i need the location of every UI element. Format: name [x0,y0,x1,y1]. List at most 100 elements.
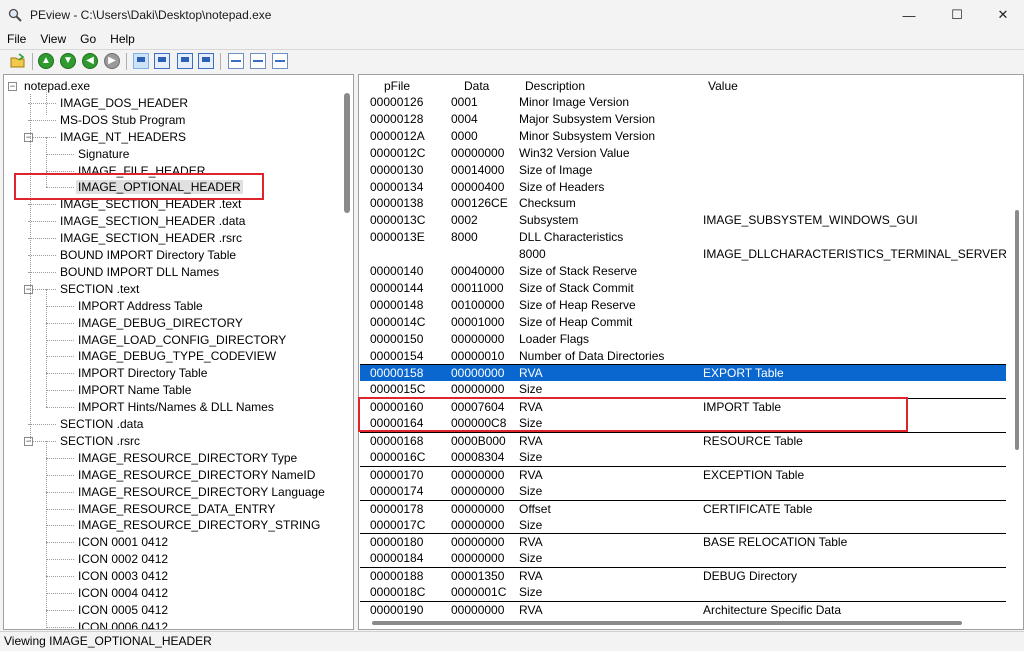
details-vertical-scrollbar[interactable] [1015,210,1019,450]
tree-item[interactable]: IMAGE_RESOURCE_DIRECTORY NameID [78,467,315,484]
table-row[interactable]: 00000150 00000000 Loader Flags [360,331,1006,348]
table-row[interactable]: 00000144 00011000 Size of Stack Commit [360,280,1006,297]
open-icon[interactable] [10,53,26,69]
tree-item[interactable]: BOUND IMPORT DLL Names [60,264,219,281]
tree-item[interactable]: IMAGE_LOAD_CONFIG_DIRECTORY [78,332,286,349]
view-detail-icon[interactable] [177,53,193,69]
view-hex-icon[interactable] [133,53,149,69]
tree-item[interactable]: Signature [78,146,129,163]
tree-item[interactable]: IMAGE_RESOURCE_DIRECTORY Type [78,450,297,467]
layout-2-icon[interactable] [250,53,266,69]
tree-connector [28,271,56,273]
tree-item[interactable]: IMAGE_DEBUG_DIRECTORY [78,315,243,332]
cell-pfile: 00000170 [370,467,424,482]
toolbar-separator [220,53,221,70]
table-row[interactable]: 00000128 0004 Major Subsystem Version [360,111,1006,128]
table-row[interactable]: 0000013E 8000 DLL Characteristics [360,229,1006,246]
table-row[interactable]: 00000138 000126CE Checksum [360,195,1006,212]
column-header-description[interactable]: Description [525,78,585,94]
tree-item[interactable]: IMAGE_DOS_HEADER [60,95,188,112]
view-text-icon[interactable] [154,53,170,69]
tree-item[interactable]: IMPORT Name Table [78,382,191,399]
menu-view[interactable]: View [33,30,73,48]
tree-pane[interactable]: notepad.exe − IMAGE_DOS_HEADER MS-DOS Stub … [3,74,354,630]
table-row[interactable]: 00000158 00000000 RVA EXPORT Table [360,364,1006,382]
tree-item[interactable]: ICON 0005 0412 [78,602,168,619]
cell-description: RVA [519,434,543,448]
tree-connector [46,153,74,155]
tree-scrollbar[interactable] [344,93,350,213]
menu-file[interactable]: File [0,30,33,48]
close-button[interactable]: ✕ [980,0,1024,30]
column-header-pfile[interactable]: pFile [384,78,410,94]
view-download-icon[interactable] [198,53,214,69]
tree-connector [46,407,74,409]
tree-item-label: IMAGE_SECTION_HEADER .rsrc [60,231,243,246]
menu-go[interactable]: Go [73,30,103,48]
forward-icon[interactable]: ▼ [60,53,76,69]
table-row[interactable]: 00000168 0000B000 RVA RESOURCE Table [360,432,1006,449]
collapse-toggle-icon[interactable]: − [24,284,33,294]
tree-item[interactable]: MS-DOS Stub Program [60,112,185,129]
column-header-value[interactable]: Value [708,78,738,94]
table-row[interactable]: 0000017C 00000000 Size [360,517,1006,534]
table-row[interactable]: 00000134 00000400 Size of Headers [360,179,1006,196]
cell-description: 8000 [519,247,546,262]
table-row[interactable]: 00000180 00000000 RVA BASE RELOCATION Table [360,533,1006,550]
tree-item[interactable]: notepad.exe [24,78,90,95]
collapse-toggle-icon[interactable]: − [24,436,33,446]
tree-item[interactable]: IMPORT Address Table [78,298,203,315]
tree-item[interactable]: IMPORT Hints/Names & DLL Names [78,399,274,416]
table-row[interactable]: 00000170 00000000 RVA EXCEPTION Table [360,465,1006,483]
tree-item[interactable]: BOUND IMPORT Directory Table [60,247,236,264]
tree-item[interactable]: SECTION .data [60,416,143,433]
tree-connector [46,322,74,324]
table-row[interactable]: 00000184 00000000 Size [360,550,1006,567]
tree-item[interactable]: IMAGE_RESOURCE_DIRECTORY_STRING [78,517,320,534]
table-row[interactable]: 00000126 0001 Minor Image Version [360,94,1006,111]
tree-item[interactable]: SECTION .rsrc [60,433,140,450]
layout-3-icon[interactable] [272,53,288,69]
collapse-toggle-icon[interactable]: − [24,132,33,142]
back-icon[interactable]: ▲ [38,53,54,69]
table-row[interactable]: 8000 IMAGE_DLLCHARACTERISTICS_TERMINAL_SE… [360,246,1007,263]
tree-item[interactable]: IMAGE_DEBUG_TYPE_CODEVIEW [78,348,276,365]
table-row[interactable]: 00000140 00040000 Size of Stack Reserve [360,263,1006,280]
table-row[interactable]: 0000016C 00008304 Size [360,449,1006,466]
tree-item[interactable]: IMPORT Directory Table [78,365,207,382]
table-row[interactable]: 00000188 00001350 RVA DEBUG Directory [360,567,1006,584]
previous-icon[interactable]: ◀ [82,53,98,69]
minimize-button[interactable]: — [886,0,932,30]
tree-item[interactable]: IMAGE_RESOURCE_DIRECTORY Language [78,484,325,501]
maximize-button[interactable]: ☐ [934,0,980,30]
tree-item[interactable]: ICON 0003 0412 [78,568,168,585]
table-row[interactable]: 00000190 00000000 RVA Architecture Specific… [360,601,1006,618]
collapse-toggle-icon[interactable]: − [8,82,17,91]
table-row[interactable]: 00000178 00000000 Offset CERTIFICATE Table [360,499,1006,517]
details-horizontal-scrollbar[interactable] [372,621,962,625]
table-row[interactable]: 0000013C 0002 Subsystem IMAGE_SUBSYSTEM_WIN… [360,212,1006,229]
table-row[interactable]: 00000174 00000000 Size [360,483,1006,500]
table-row[interactable]: 0000014C 00001000 Size of Heap Commit [360,314,1006,331]
tree-item[interactable]: ICON 0006 0412 [78,619,168,629]
tree-item[interactable]: IMAGE_SECTION_HEADER .rsrc [60,230,242,247]
tree-item[interactable]: SECTION .text [60,281,139,298]
tree-item[interactable]: IMAGE_NT_HEADERS [60,129,186,146]
tree-item[interactable]: IMAGE_SECTION_HEADER .data [60,213,245,230]
menu-help[interactable]: Help [103,30,142,48]
layout-1-icon[interactable] [228,53,244,69]
table-row[interactable]: 0000012C 00000000 Win32 Version Value [360,145,1006,162]
table-row[interactable]: 00000154 00000010 Number of Data Directori… [360,348,1006,365]
table-row[interactable]: 0000012A 0000 Minor Subsystem Version [360,128,1006,145]
table-row[interactable]: 0000018C 0000001C Size [360,584,1006,601]
tree-item[interactable]: ICON 0002 0412 [78,551,168,568]
tree-item[interactable]: ICON 0001 0412 [78,534,168,551]
table-row[interactable]: 00000130 00014000 Size of Image [360,162,1006,179]
tree-connector [46,491,74,493]
tree-item[interactable]: ICON 0004 0412 [78,585,168,602]
table-row[interactable]: 00000148 00100000 Size of Heap Reserve [360,297,1006,314]
next-icon[interactable]: ▶ [104,53,120,69]
table-row[interactable]: 0000015C 00000000 Size [360,381,1006,398]
tree-item[interactable]: IMAGE_RESOURCE_DATA_ENTRY [78,501,275,518]
column-header-data[interactable]: Data [464,78,489,94]
